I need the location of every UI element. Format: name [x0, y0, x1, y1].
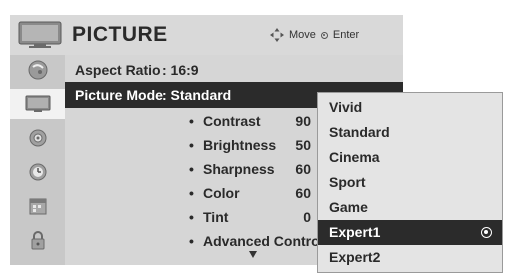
sidebar-item-audio[interactable] [10, 123, 65, 153]
advanced-control-label: Advanced Contro [203, 233, 320, 249]
option-label: Sport [329, 174, 366, 190]
move-arrows-icon [270, 28, 284, 42]
bullet: • [189, 161, 194, 177]
option-label: Game [329, 199, 368, 215]
tv-osd-menu: PICTURE Move Enter Aspect Ratio: 16:9 P… [0, 0, 505, 275]
aspect-ratio-label: Aspect Ratio [75, 62, 161, 78]
aspect-ratio-row[interactable]: Aspect Ratio : 16:9 [65, 57, 403, 83]
radio-selected-icon [481, 227, 492, 238]
picture-mode-dropdown: Vivid Standard Cinema Sport Game Expert1… [317, 92, 503, 273]
color-value: 60 [295, 185, 311, 201]
option-label: Expert2 [329, 249, 381, 265]
color-label: Color [203, 185, 240, 201]
calendar-option-icon [29, 198, 46, 215]
contrast-value: 90 [295, 113, 311, 129]
category-sidebar [10, 55, 65, 265]
sidebar-item-time[interactable] [10, 157, 65, 187]
tv-picture-icon [25, 95, 50, 112]
enter-button-icon [320, 31, 328, 39]
sidebar-item-picture[interactable] [10, 89, 65, 119]
navigation-hint: Move Enter [270, 28, 359, 42]
brightness-value: 50 [295, 137, 311, 153]
tv-monitor-icon [18, 21, 62, 48]
option-label: Cinema [329, 149, 380, 165]
option-label: Vivid [329, 99, 363, 115]
option-vivid[interactable]: Vivid [318, 95, 502, 120]
option-label: Standard [329, 124, 390, 140]
menu-header: PICTURE Move Enter [10, 15, 403, 55]
satellite-dish-icon [28, 60, 47, 80]
tint-label: Tint [203, 209, 229, 225]
enter-hint-label: Enter [332, 29, 360, 41]
picture-mode-value: : Standard [162, 87, 232, 103]
option-expert2[interactable]: Expert2 [318, 245, 502, 270]
lock-icon [31, 231, 44, 250]
bullet: • [189, 113, 194, 129]
speaker-audio-icon [29, 129, 46, 147]
menu-title: PICTURE [72, 23, 168, 46]
bullet: • [189, 137, 194, 153]
brightness-label: Brightness [203, 137, 277, 153]
option-sport[interactable]: Sport [318, 170, 502, 195]
move-hint-label: Move [289, 29, 316, 41]
scroll-down-arrow-icon[interactable] [249, 251, 257, 258]
sidebar-item-lock[interactable] [10, 225, 65, 255]
sharpness-value: 60 [295, 161, 311, 177]
option-cinema[interactable]: Cinema [318, 145, 502, 170]
option-game[interactable]: Game [318, 195, 502, 220]
option-standard[interactable]: Standard [318, 120, 502, 145]
contrast-label: Contrast [203, 113, 261, 129]
sidebar-item-setup[interactable] [10, 55, 65, 85]
aspect-ratio-value: : 16:9 [162, 62, 199, 78]
bullet: • [189, 209, 194, 225]
option-label: Expert1 [329, 224, 381, 240]
bullet: • [189, 233, 194, 249]
clock-time-icon [29, 163, 46, 181]
picture-mode-label: Picture Mode [75, 87, 163, 103]
bullet: • [189, 185, 194, 201]
tint-value: 0 [303, 209, 311, 225]
sidebar-item-option[interactable] [10, 191, 65, 221]
option-expert1[interactable]: Expert1 [318, 220, 502, 245]
sharpness-label: Sharpness [203, 161, 275, 177]
